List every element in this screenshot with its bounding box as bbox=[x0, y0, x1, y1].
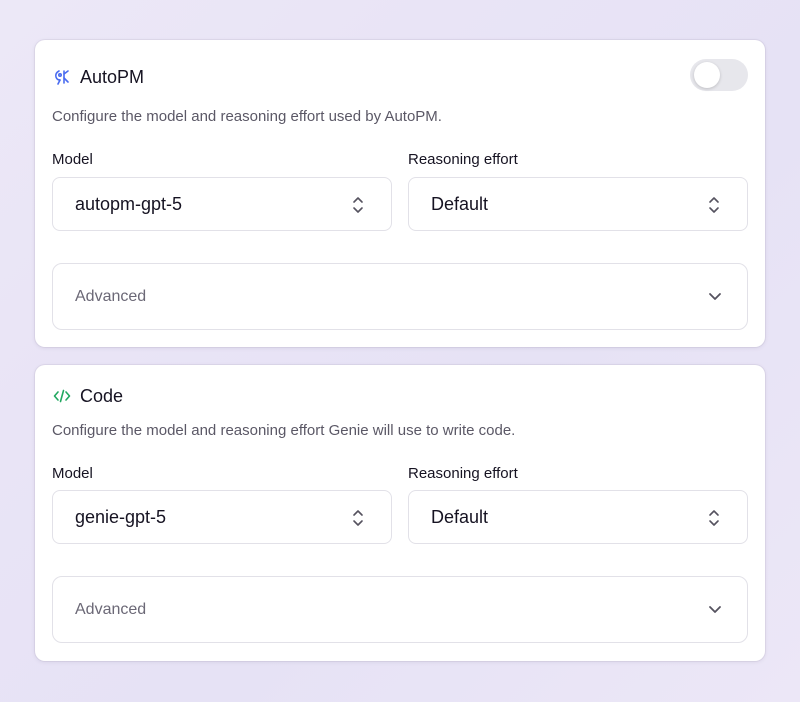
autopm-advanced-accordion[interactable]: Advanced bbox=[52, 263, 748, 330]
code-header: Code bbox=[52, 383, 748, 409]
autopm-header: AutoPM bbox=[52, 59, 748, 91]
autopm-icon bbox=[52, 67, 72, 87]
code-model-value: genie-gpt-5 bbox=[75, 506, 167, 527]
chevron-up-down-icon bbox=[709, 197, 719, 213]
code-title: Code bbox=[80, 385, 124, 406]
code-effort-select[interactable]: Default bbox=[408, 490, 748, 544]
code-advanced-accordion[interactable]: Advanced bbox=[52, 576, 748, 643]
autopm-effort-label: Reasoning effort bbox=[408, 151, 518, 168]
chevron-down-icon bbox=[709, 606, 721, 613]
autopm-description: Configure the model and reasoning effort… bbox=[52, 108, 442, 125]
autopm-advanced-label: Advanced bbox=[75, 287, 147, 305]
code-card: Code Configure the model and reasoning e… bbox=[35, 365, 765, 661]
code-description: Configure the model and reasoning effort… bbox=[52, 422, 516, 439]
toggle-knob bbox=[694, 62, 720, 88]
autopm-model-label: Model bbox=[52, 151, 93, 168]
chevron-up-down-icon bbox=[353, 197, 363, 213]
code-model-select[interactable]: genie-gpt-5 bbox=[52, 490, 392, 544]
chevron-down-icon bbox=[709, 293, 721, 300]
autopm-title: AutoPM bbox=[80, 66, 145, 87]
autopm-model-select[interactable]: autopm-gpt-5 bbox=[52, 177, 392, 231]
chevron-up-down-icon bbox=[709, 510, 719, 526]
autopm-effort-value: Default bbox=[431, 193, 489, 214]
autopm-model-value: autopm-gpt-5 bbox=[75, 193, 183, 214]
code-icon bbox=[52, 386, 72, 406]
chevron-up-down-icon bbox=[353, 510, 363, 526]
autopm-effort-select[interactable]: Default bbox=[408, 177, 748, 231]
autopm-card: AutoPM Configure the model and reasoning… bbox=[35, 40, 765, 347]
autopm-toggle[interactable] bbox=[690, 59, 748, 91]
code-advanced-label: Advanced bbox=[75, 600, 147, 618]
code-model-label: Model bbox=[52, 465, 93, 482]
code-effort-value: Default bbox=[431, 506, 489, 527]
code-effort-label: Reasoning effort bbox=[408, 465, 518, 482]
